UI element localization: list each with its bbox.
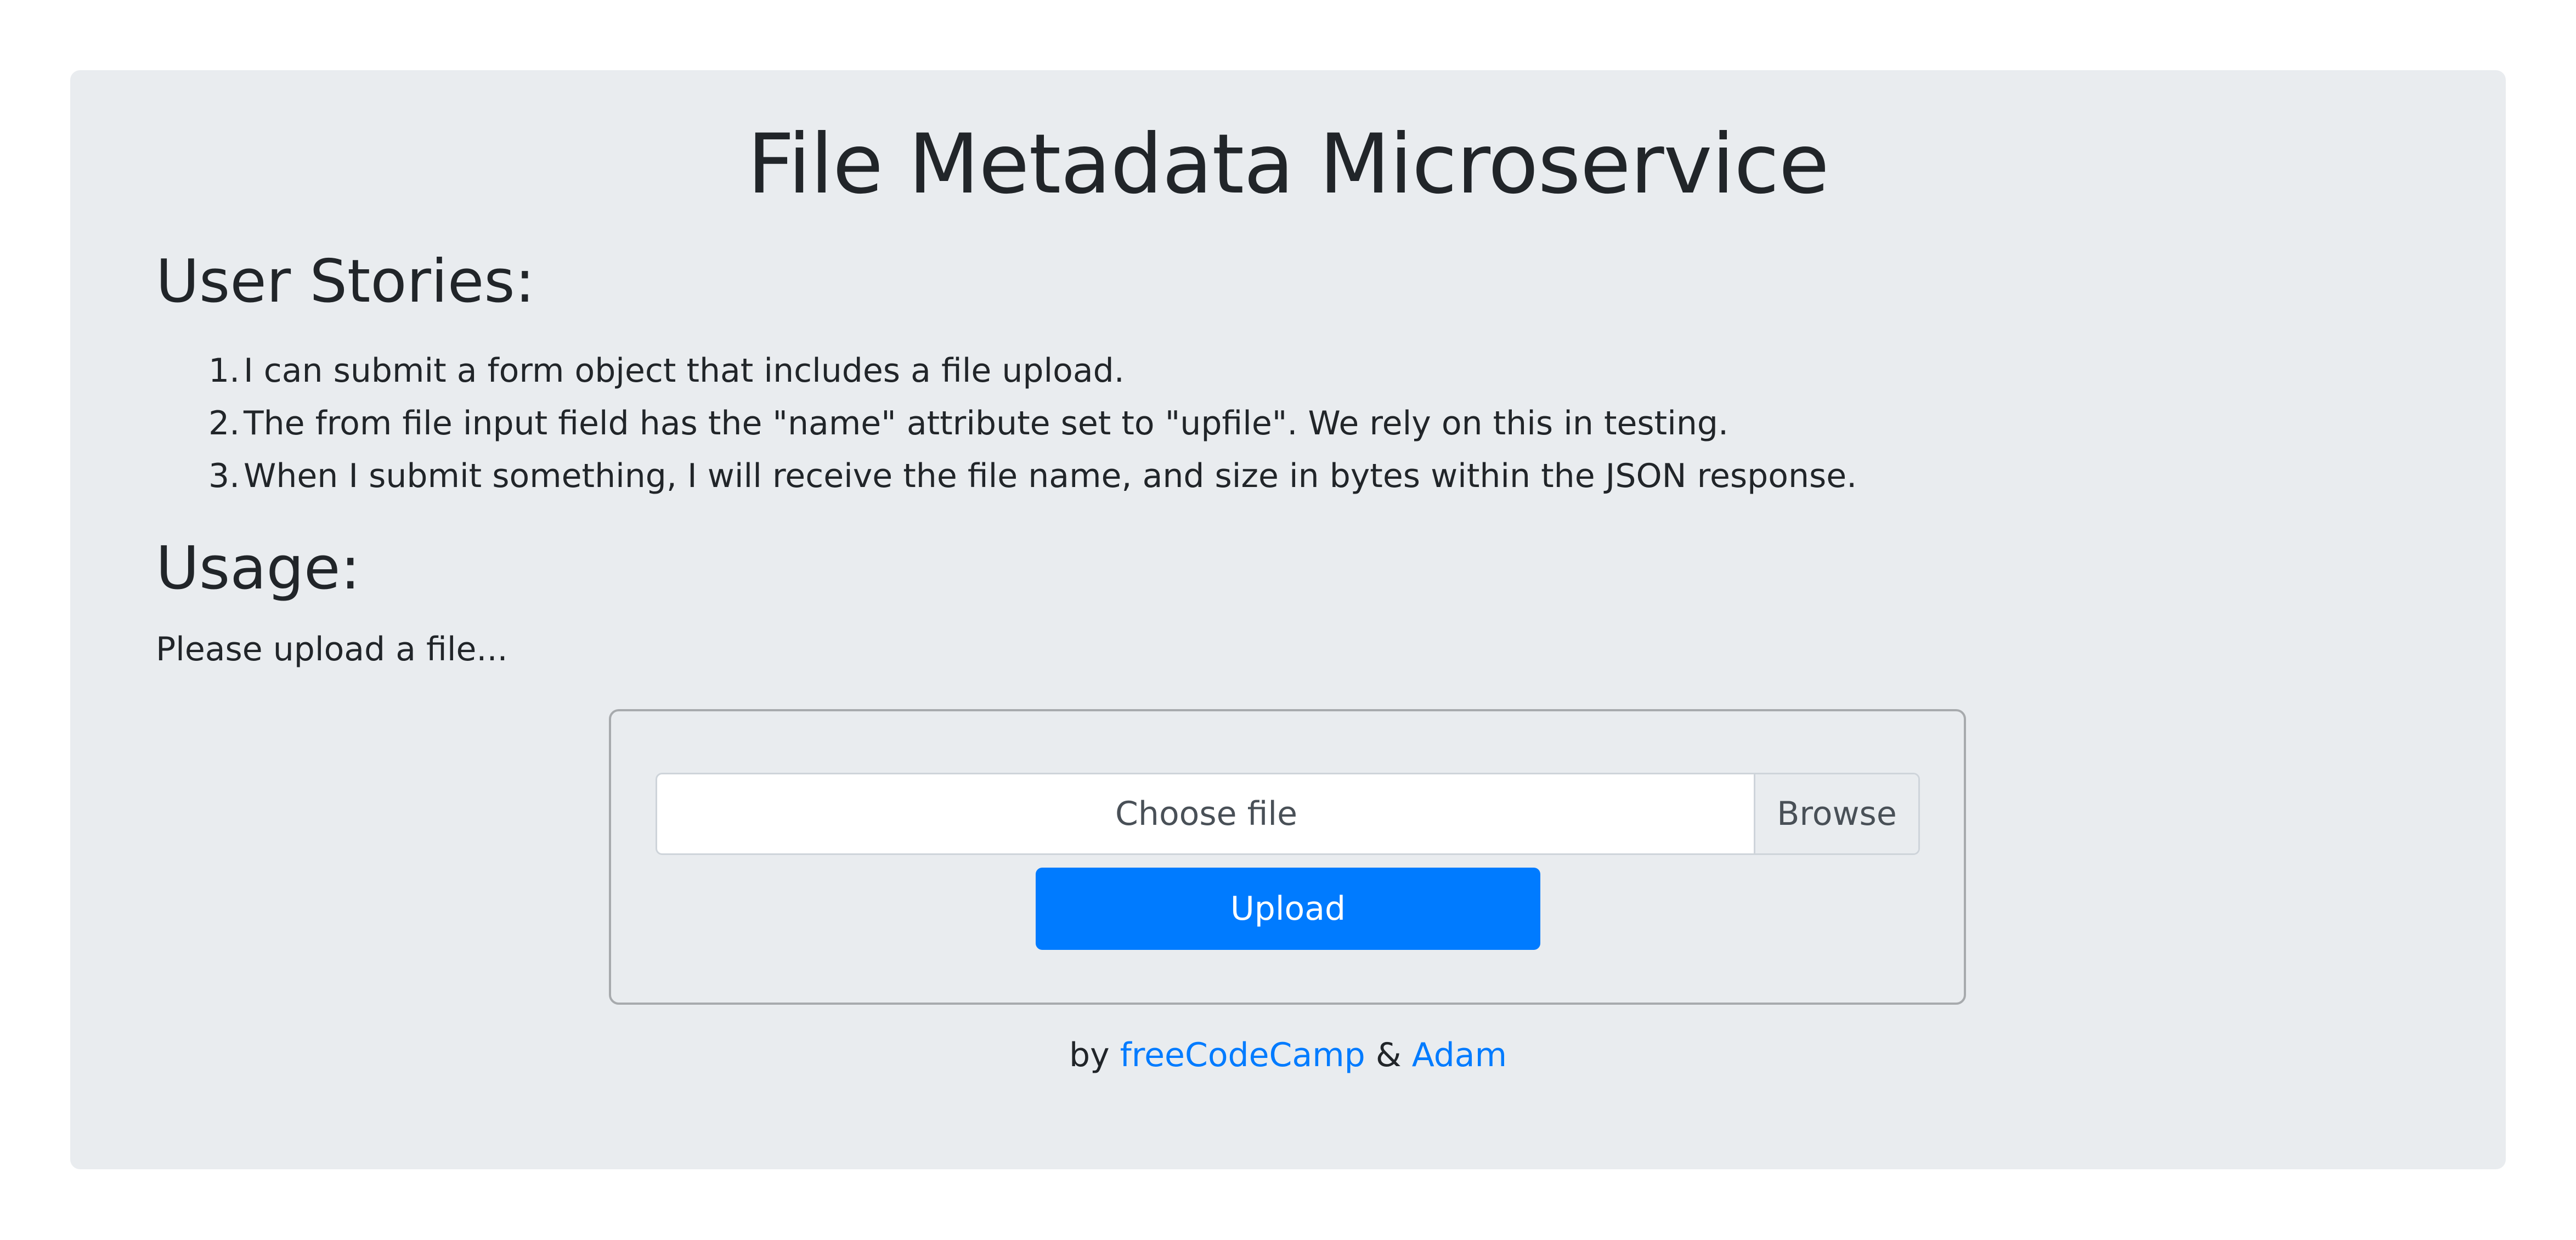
- file-input[interactable]: Choose file Browse: [656, 773, 1920, 855]
- list-item-number: 1.: [208, 352, 240, 390]
- list-item-text: The from file input field has the "name"…: [244, 404, 1729, 443]
- upload-form: [609, 709, 1966, 1005]
- credits: by freeCodeCamp & Adam: [0, 1035, 2576, 1075]
- usage-heading: Usage:: [156, 534, 360, 603]
- file-input-placeholder[interactable]: Choose file: [657, 774, 1755, 853]
- browse-button[interactable]: Browse: [1754, 774, 1918, 853]
- credits-separator: &: [1375, 1036, 1402, 1074]
- freecodecamp-link[interactable]: freeCodeCamp: [1120, 1036, 1365, 1074]
- upload-button[interactable]: Upload: [1036, 868, 1540, 950]
- list-item: 1. I can submit a form object that includ…: [208, 344, 1857, 397]
- user-stories-list: 1. I can submit a form object that includ…: [208, 344, 1857, 502]
- usage-text: Please upload a file...: [156, 630, 508, 669]
- list-item-text: I can submit a form object that includes…: [244, 352, 1125, 390]
- list-item-text: When I submit something, I will receive …: [244, 457, 1857, 495]
- list-item: 2. The from file input field has the "nam…: [208, 397, 1857, 450]
- user-stories-heading: User Stories:: [156, 247, 535, 316]
- credits-prefix: by: [1069, 1036, 1110, 1074]
- list-item: 3. When I submit something, I will receiv…: [208, 450, 1857, 502]
- list-item-number: 2.: [208, 404, 240, 443]
- author-link[interactable]: Adam: [1412, 1036, 1507, 1074]
- page-title: File Metadata Microservice: [747, 117, 1829, 212]
- list-item-number: 3.: [208, 457, 240, 495]
